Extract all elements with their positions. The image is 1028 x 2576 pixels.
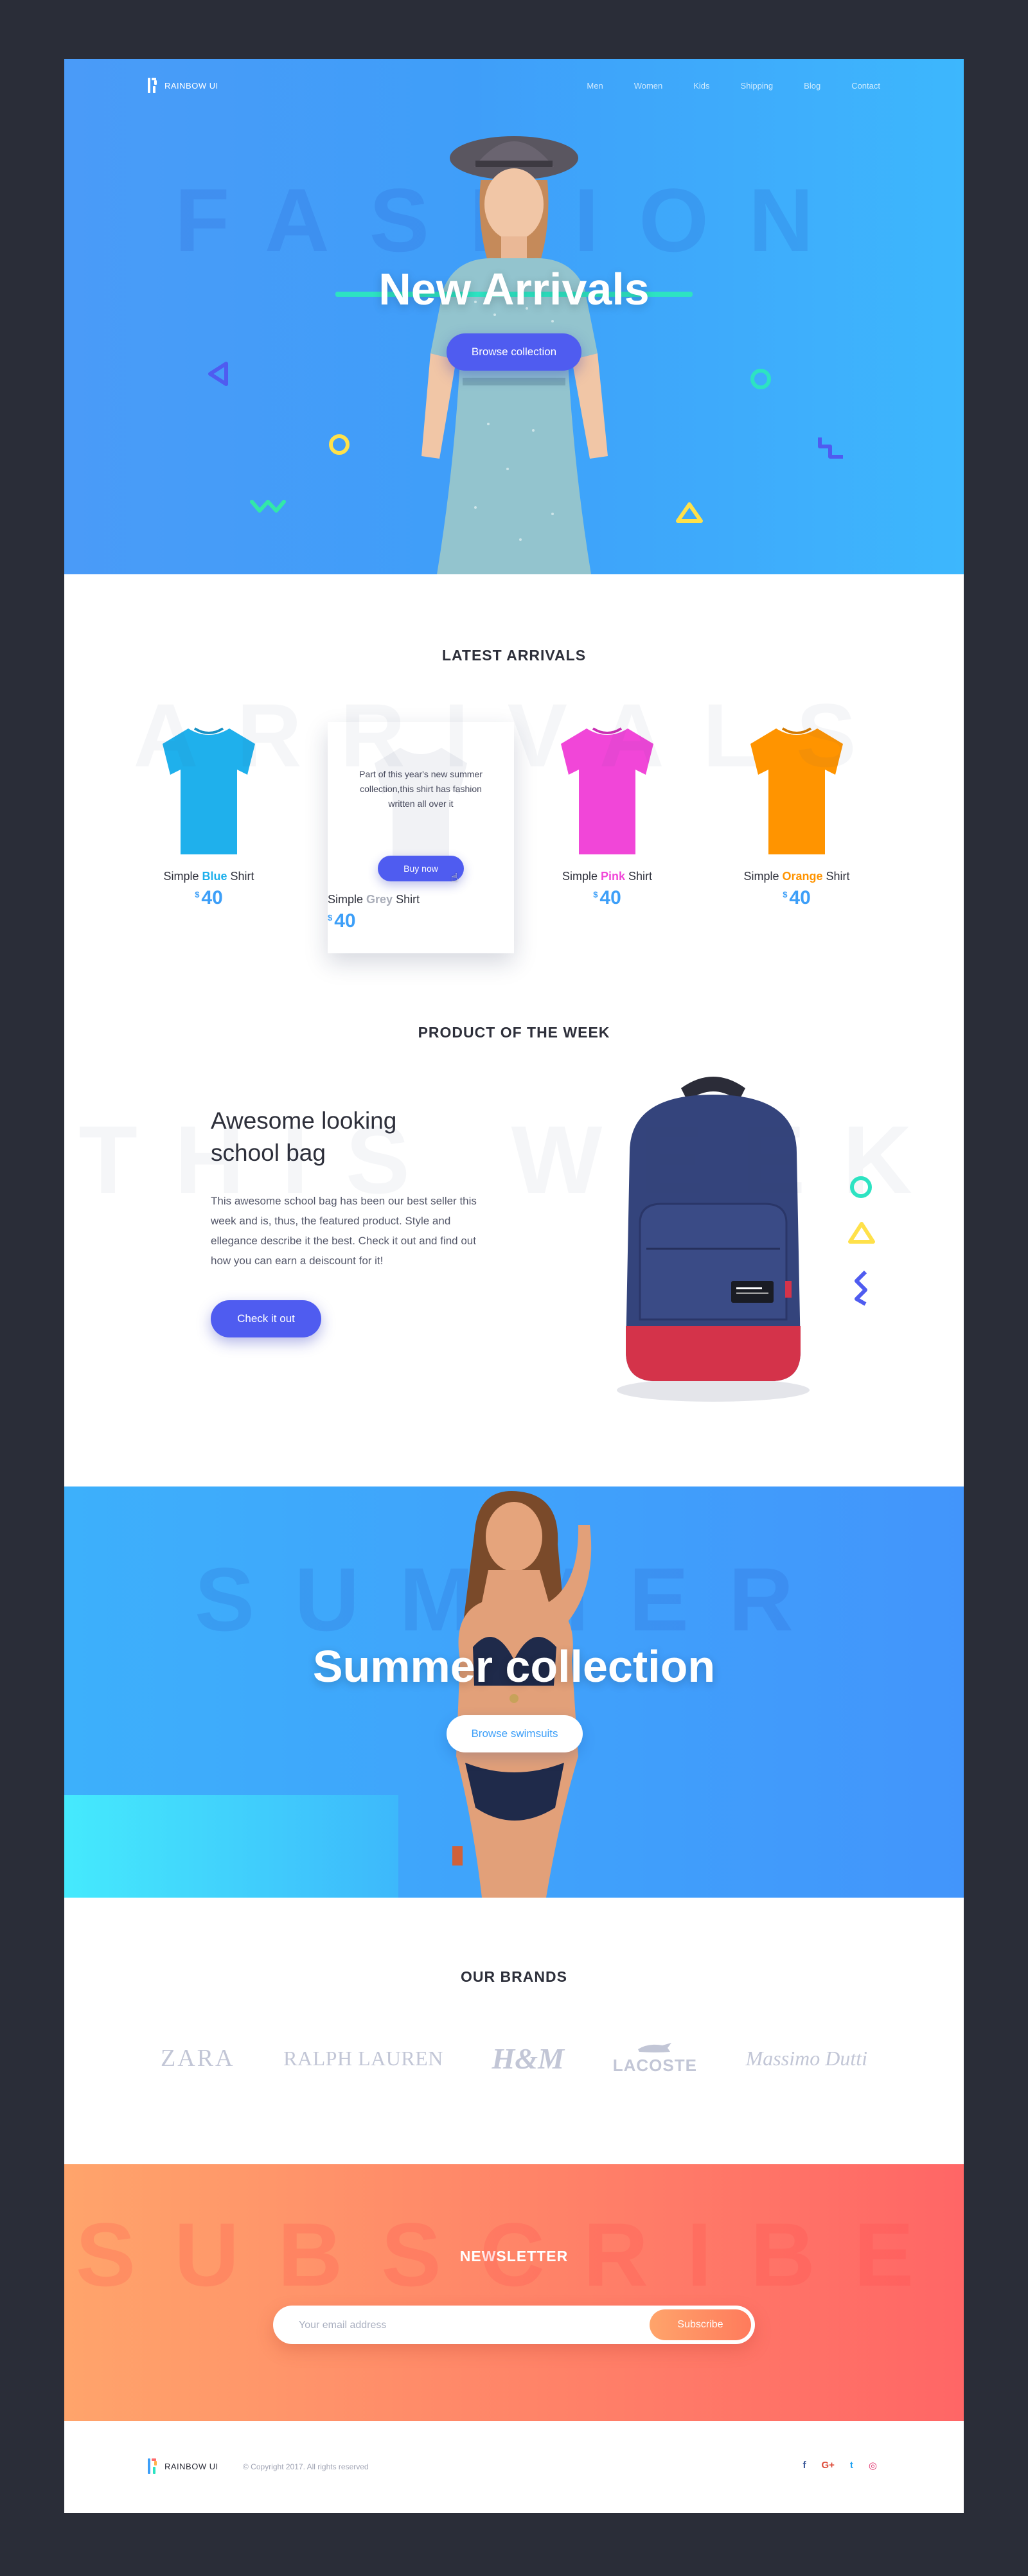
rainbow-logo-icon: [148, 2458, 158, 2474]
email-input[interactable]: [297, 2306, 621, 2345]
facebook-icon[interactable]: f: [802, 2460, 806, 2471]
latest-arrivals-section: ARRIVALS LATEST ARRIVALS Simple Blue Shi…: [64, 574, 964, 973]
google-plus-icon[interactable]: G+: [821, 2460, 834, 2471]
product-price: $40: [783, 887, 811, 908]
hm-logo[interactable]: H&M: [492, 2042, 564, 2076]
stairs-icon: [818, 437, 843, 459]
circle-outline-icon: [850, 1176, 872, 1198]
nav-item-men[interactable]: Men: [587, 81, 603, 91]
summer-collection-section: SUMMER Summer collection Browse swimsuit…: [64, 1486, 964, 1898]
hand-cursor-icon: ☝: [451, 871, 458, 884]
brand-logo-row: ZARA RALPH LAUREN H&M LACOSTE Massimo Du…: [161, 2033, 867, 2084]
product-of-week-title: PRODUCT OF THE WEEK: [418, 1024, 610, 1041]
triangle-outline-icon: [676, 502, 703, 523]
check-it-out-button[interactable]: Check it out: [211, 1300, 321, 1337]
latest-arrivals-title: LATEST ARRIVALS: [441, 647, 587, 664]
product-name: Simple Grey Shirt: [328, 893, 420, 906]
lacoste-label: LACOSTE: [612, 2055, 697, 2075]
summer-model-image: [452, 1491, 592, 1898]
product-name: Simple Blue Shirt: [163, 870, 254, 883]
brands-section: OUR BRANDS ZARA RALPH LAUREN H&M LACOSTE…: [64, 1898, 964, 2164]
nav-item-blog[interactable]: Blog: [804, 81, 820, 91]
week-background-word: THIS WEEK: [78, 1106, 950, 1213]
product-price: $40: [328, 910, 356, 931]
zigzag-icon: [250, 500, 286, 513]
zara-logo[interactable]: ZARA: [161, 2044, 235, 2072]
brands-title: OUR BRANDS: [461, 1968, 567, 1985]
instagram-icon[interactable]: ◎: [869, 2460, 877, 2471]
top-nav: RAINBOW UI Men Women Kids Shipping Blog …: [148, 76, 880, 95]
subscribe-button[interactable]: Subscribe: [650, 2309, 751, 2340]
lacoste-logo[interactable]: LACOSTE: [613, 2042, 697, 2076]
footer: RAINBOW UI © Copyright 2017. All rights …: [64, 2421, 964, 2513]
circle-outline-icon: [750, 369, 771, 389]
latest-background-word: ARRIVALS: [133, 685, 895, 786]
nav-menu: Men Women Kids Shipping Blog Contact: [587, 81, 880, 91]
nav-item-contact[interactable]: Contact: [851, 81, 880, 91]
ralph-lauren-logo[interactable]: RALPH LAUREN: [283, 2047, 443, 2070]
nav-item-shipping[interactable]: Shipping: [741, 81, 774, 91]
product-name: Simple Orange Shirt: [743, 870, 850, 883]
summer-accent-stripe: [64, 1795, 398, 1898]
nav-item-women[interactable]: Women: [634, 81, 663, 91]
nav-item-kids[interactable]: Kids: [693, 81, 709, 91]
twitter-icon[interactable]: t: [850, 2460, 853, 2471]
browse-collection-button[interactable]: Browse collection: [447, 333, 581, 371]
brand-name: RAINBOW UI: [164, 80, 218, 91]
hero-section: RAINBOW UI Men Women Kids Shipping Blog …: [64, 59, 964, 574]
newsletter-section: SUBSCRIBE NEWSLETTER Subscribe: [64, 2164, 964, 2421]
triangle-outline-icon: [208, 362, 228, 386]
page: RAINBOW UI Men Women Kids Shipping Blog …: [64, 59, 964, 2513]
product-price: $40: [195, 887, 223, 908]
summer-title: Summer collection: [312, 1641, 716, 1691]
circle-outline-icon: [329, 434, 350, 455]
footer-brand-name: RAINBOW UI: [164, 2461, 218, 2471]
browse-swimsuits-button[interactable]: Browse swimsuits: [447, 1715, 583, 1752]
newsletter-background-word: SUBSCRIBE: [75, 2204, 953, 2305]
massimo-dutti-logo[interactable]: Massimo Dutti: [746, 2047, 867, 2070]
copyright-text: © Copyright 2017. All rights reserved: [243, 2462, 369, 2471]
footer-brand-logo[interactable]: RAINBOW UI: [148, 2458, 218, 2474]
chevron-zigzag-icon: [855, 1270, 867, 1306]
hero-title: New Arrivals: [378, 264, 650, 314]
social-links: f G+ t ◎: [802, 2460, 877, 2471]
subscribe-form: Subscribe: [273, 2306, 755, 2345]
product-price: $40: [593, 887, 621, 908]
brand-logo[interactable]: RAINBOW UI: [148, 78, 218, 93]
crocodile-icon: [638, 2042, 672, 2052]
rainbow-logo-icon: [148, 78, 158, 93]
triangle-outline-icon: [848, 1222, 875, 1244]
product-of-week-section: PRODUCT OF THE WEEK THIS WEEK Awesome lo…: [64, 973, 964, 1486]
product-name: Simple Pink Shirt: [562, 870, 653, 883]
